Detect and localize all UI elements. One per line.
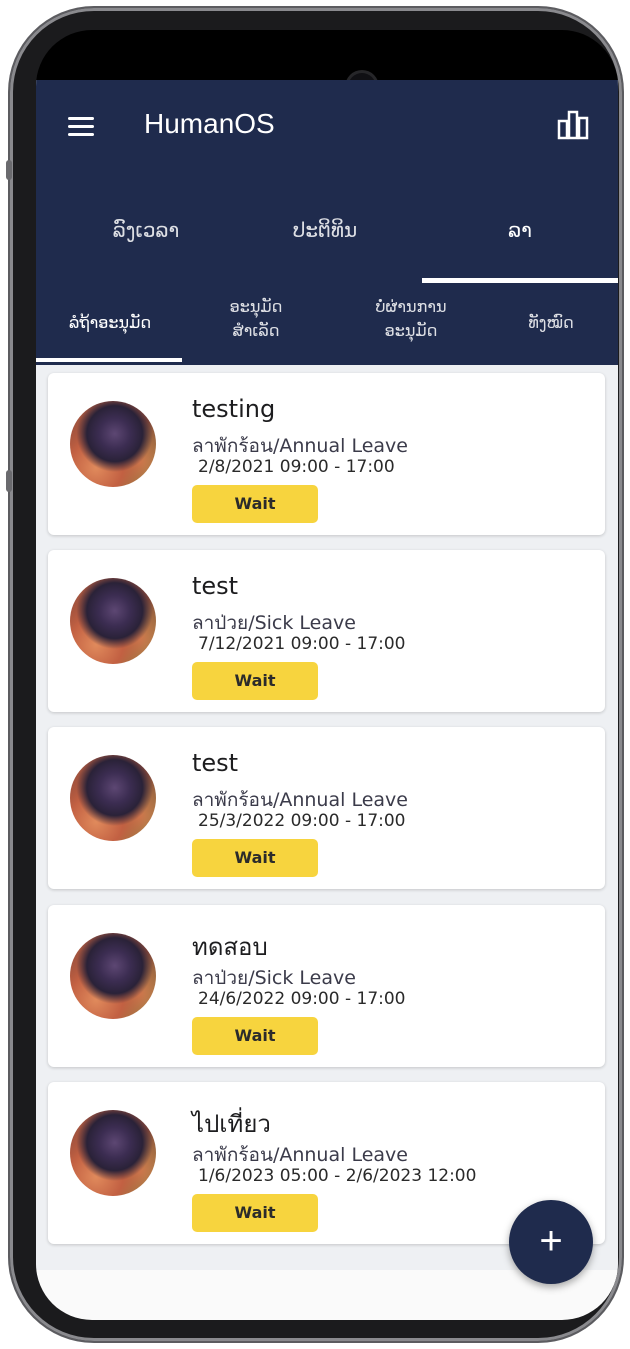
leave-title: ทดสอบ <box>192 933 268 961</box>
leave-type-th: ลาพักร้อน <box>192 1144 273 1166</box>
status-badge: Wait <box>192 1017 318 1055</box>
leave-type-en: /Annual Leave <box>272 789 408 811</box>
subtab-rejected-line1: ບໍ່ຜ່ານການ <box>375 297 447 316</box>
leave-type-th: ลาป่วย <box>192 612 249 634</box>
leave-type-th: ลาป่วย <box>192 967 249 989</box>
subtab-pending-label: ລໍຖ້າອະນຸມັດ <box>68 313 152 332</box>
leave-request-list: testing ลาพักร้อน/Annual Leave 2/8/2021 … <box>36 365 618 1270</box>
leave-date: 7/12/2021 09:00 - 17:00 <box>198 634 406 654</box>
subtab-rejected[interactable]: ບໍ່ຜ່ານການ ອະນຸມັດ <box>341 295 481 343</box>
leave-card[interactable]: ทดสอบ ลาป่วย/Sick Leave 24/6/2022 09:00 … <box>48 905 605 1067</box>
leave-type-en: /Sick Leave <box>248 967 356 989</box>
leave-card[interactable]: test ลาพักร้อน/Annual Leave 25/3/2022 09… <box>48 727 605 889</box>
sub-tab-bar: ລໍຖ້າອະນຸມັດ ອະນຸມັດ ສໍາເລັດ ບໍ່ຜ່ານການ … <box>36 283 618 365</box>
side-key <box>6 470 12 492</box>
app-root: HumanOS ລົງເວລາ ປະຕິທິນ ລາ ລໍຖ້າອະນຸມັດ … <box>36 80 618 1320</box>
leave-type-en: /Sick Leave <box>248 612 356 634</box>
status-badge: Wait <box>192 1194 318 1232</box>
main-tab-bar: ລົງເວລາ ປະຕິທິນ ລາ <box>36 198 618 283</box>
volume-key <box>6 160 12 180</box>
tab-calendar[interactable]: ປະຕິທິນ <box>250 218 400 242</box>
bar-chart-icon[interactable] <box>556 108 590 142</box>
leave-title: test <box>192 749 239 777</box>
subtab-approved-line1: ອະນຸມັດ <box>229 297 283 316</box>
avatar <box>70 755 156 841</box>
leave-date: 24/6/2022 09:00 - 17:00 <box>198 989 406 1009</box>
subtab-all[interactable]: ທັງໝົດ <box>496 311 606 335</box>
tab-time-attendance[interactable]: ລົງເວລາ <box>76 218 216 242</box>
leave-date: 2/8/2021 09:00 - 17:00 <box>198 457 395 477</box>
leave-type-th: ลาพักร้อน <box>192 789 273 811</box>
app-title: HumanOS <box>144 108 275 139</box>
leave-type-en: /Annual Leave <box>272 435 408 457</box>
subtab-approved-line2: ສໍາເລັດ <box>232 321 280 340</box>
status-badge: Wait <box>192 485 318 523</box>
subtab-pending[interactable]: ລໍຖ້າອະນຸມັດ <box>44 311 176 335</box>
leave-card[interactable]: testing ลาพักร้อน/Annual Leave 2/8/2021 … <box>48 373 605 535</box>
leave-title: testing <box>192 395 276 423</box>
phone-screen: HumanOS ລົງເວລາ ປະຕິທິນ ລາ ລໍຖ້າອະນຸມັດ … <box>36 30 618 1320</box>
leave-type-en: /Annual Leave <box>272 1144 408 1166</box>
status-badge: Wait <box>192 839 318 877</box>
app-bar: HumanOS <box>36 80 618 198</box>
avatar <box>70 578 156 664</box>
subtab-approved[interactable]: ອະນຸມັດ ສໍາເລັດ <box>196 295 316 343</box>
leave-date: 1/6/2023 05:00 - 2/6/2023 12:00 <box>198 1166 477 1186</box>
sub-tab-indicator <box>36 358 182 362</box>
status-badge: Wait <box>192 662 318 700</box>
leave-date: 25/3/2022 09:00 - 17:00 <box>198 811 406 831</box>
leave-card[interactable]: test ลาป่วย/Sick Leave 7/12/2021 09:00 -… <box>48 550 605 712</box>
leave-title: test <box>192 572 239 600</box>
subtab-all-label: ທັງໝົດ <box>528 313 574 332</box>
tab-leave[interactable]: ລາ <box>456 218 584 242</box>
hamburger-icon[interactable] <box>68 117 94 137</box>
leave-type-th: ลาพักร้อน <box>192 435 273 457</box>
avatar <box>70 1110 156 1196</box>
add-leave-button[interactable]: + <box>509 1200 593 1284</box>
leave-title: ไปเที่ยว <box>192 1110 271 1138</box>
avatar <box>70 401 156 487</box>
subtab-rejected-line2: ອະນຸມັດ <box>384 321 438 340</box>
avatar <box>70 933 156 1019</box>
plus-icon: + <box>539 1219 563 1263</box>
